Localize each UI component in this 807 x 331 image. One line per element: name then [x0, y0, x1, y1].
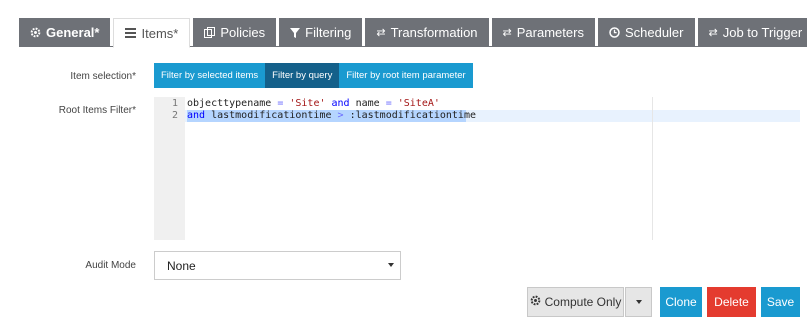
tab-general[interactable]: General*: [19, 18, 111, 47]
tab-job-to-trigger[interactable]: ⇄ Job to Trigger: [697, 18, 807, 47]
code-line-1: objecttypename = 'Site' and name = 'Site…: [187, 98, 440, 109]
audit-mode-select[interactable]: None: [154, 251, 401, 280]
tab-label: Transformation: [390, 25, 478, 40]
filter-icon: [290, 27, 301, 38]
code-token: 'SiteA': [397, 98, 440, 109]
tab-label: Items*: [141, 25, 179, 41]
tab-label: Job to Trigger: [722, 25, 803, 40]
filter-by-query-button[interactable]: Filter by query: [265, 63, 340, 88]
code-token: and: [325, 98, 356, 109]
tab-items[interactable]: Items*: [113, 18, 191, 48]
code-line-2: and lastmodificationtime > :lastmodifica…: [187, 110, 476, 121]
clone-button[interactable]: Clone: [660, 287, 702, 317]
code-token: :lastmodificationtime: [343, 110, 476, 121]
caret-down-icon: [388, 263, 394, 267]
tab-label: General*: [46, 25, 100, 40]
print-margin: [652, 97, 653, 240]
gear-icon: [30, 27, 41, 38]
save-button[interactable]: Save: [761, 287, 800, 317]
caret-down-icon: [635, 300, 642, 304]
query-editor[interactable]: 1 2 objecttypename = 'Site' and name = '…: [154, 97, 800, 240]
line-number: 1: [171, 98, 178, 109]
exchange-icon: ⇄: [376, 27, 386, 39]
gear-icon: [530, 295, 541, 309]
compute-options-dropdown-button[interactable]: [625, 287, 652, 317]
audit-mode-value: None: [167, 258, 196, 273]
code-token: =: [379, 98, 398, 109]
code-token: 'Site': [289, 98, 326, 109]
code-token: =: [271, 98, 290, 109]
filter-by-selected-items-button[interactable]: Filter by selected items: [154, 63, 266, 88]
line-number: 2: [171, 110, 178, 121]
list-icon: [125, 28, 137, 38]
tab-bar: General* Items* Policies Filtering ⇄ Tra…: [19, 18, 807, 48]
tab-label: Filtering: [305, 25, 352, 40]
exchange-icon: ⇄: [708, 27, 718, 39]
code-token: lastmodificationtime: [205, 110, 338, 121]
item-selection-group: Filter by selected items Filter by query…: [154, 63, 473, 88]
clock-icon: [609, 27, 620, 38]
code-token: name: [355, 98, 380, 109]
code-token: and: [187, 110, 206, 121]
compute-only-label: Compute Only: [544, 295, 622, 309]
root-items-filter-label: Root Items Filter*: [58, 105, 136, 116]
filter-by-root-item-parameter-button[interactable]: Filter by root item parameter: [339, 63, 473, 88]
line-number-gutter: 1 2: [154, 97, 185, 240]
tab-scheduler[interactable]: Scheduler: [597, 18, 695, 47]
exchange-icon: ⇄: [502, 27, 512, 39]
item-selection-label: Item selection*: [70, 71, 136, 82]
audit-mode-label: Audit Mode: [85, 260, 136, 271]
tab-transformation[interactable]: ⇄ Transformation: [365, 18, 489, 47]
delete-button[interactable]: Delete: [707, 287, 756, 317]
tab-parameters[interactable]: ⇄ Parameters: [491, 18, 595, 47]
compute-only-button[interactable]: Compute Only: [527, 287, 624, 317]
tab-label: Parameters: [516, 25, 584, 40]
tab-label: Policies: [220, 25, 266, 40]
tab-filtering[interactable]: Filtering: [279, 18, 363, 47]
tab-label: Scheduler: [624, 25, 684, 40]
policies-icon: [204, 27, 216, 38]
tab-policies[interactable]: Policies: [193, 18, 277, 47]
code-token: objecttypename: [187, 98, 272, 109]
